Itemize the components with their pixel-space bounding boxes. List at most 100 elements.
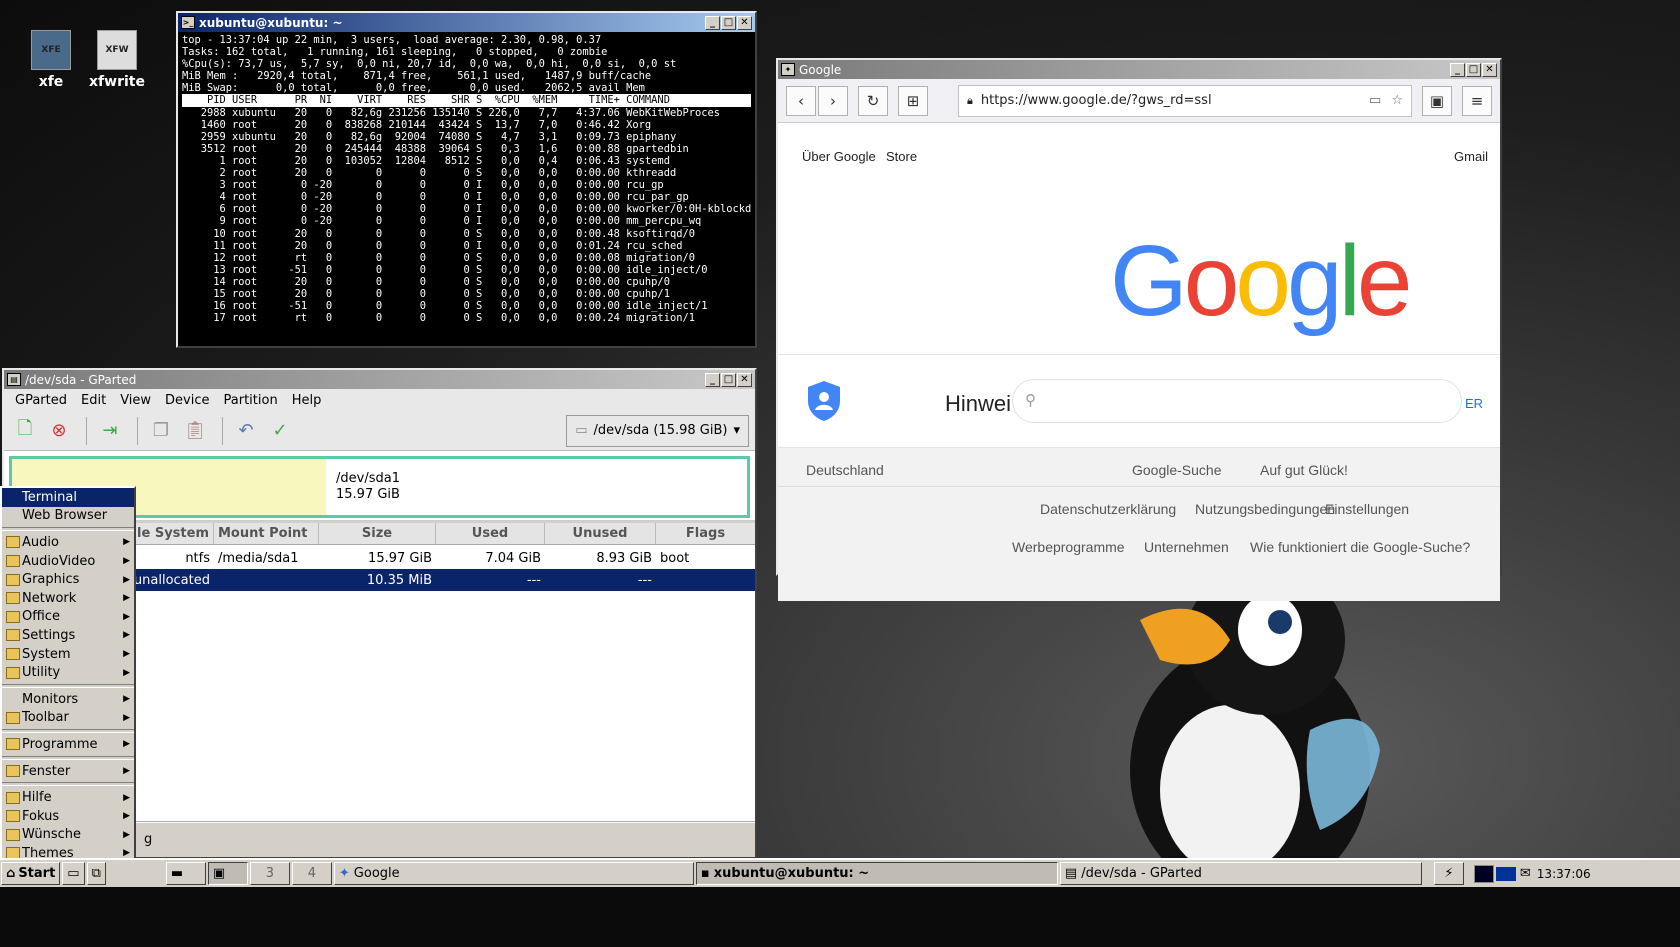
about-google-link[interactable]: Über Google (802, 149, 876, 164)
desktop-icon-xfe[interactable]: XFE xfe (16, 30, 86, 90)
forward-button[interactable]: › (818, 85, 848, 116)
menu-item-system[interactable]: System ▶ (2, 645, 134, 664)
menu-item-office[interactable]: Office ▶ (2, 608, 134, 627)
how-search-works-link[interactable]: Wie funktioniert die Google-Suche? (1250, 539, 1470, 555)
desktop-icon-xfwrite[interactable]: XFW xfwrite (82, 30, 152, 90)
menu-item-monitors[interactable]: Monitors ▶ (2, 690, 134, 709)
start-menu: Terminal Web Browser Audio ▶ AudioVideo ▶ Grap… (0, 486, 136, 892)
delete-partition-button[interactable]: ⊗ (44, 416, 74, 446)
cell-flags (656, 569, 755, 591)
privacy-link[interactable]: Datenschutzerklärung (1040, 501, 1176, 517)
terms-link[interactable]: Nutzungsbedingungen (1195, 501, 1335, 517)
menu-item-wünsche[interactable]: Wünsche ▶ (2, 826, 134, 845)
terminal-window[interactable]: >_ xubuntu@xubuntu: ~ _ □ ✕ top - 13:37:… (176, 11, 757, 348)
menu-help[interactable]: Help (285, 393, 329, 408)
window-title: Google (799, 62, 842, 77)
close-button[interactable]: ✕ (737, 15, 752, 30)
maximize-button[interactable]: □ (1466, 62, 1481, 77)
col-size[interactable]: Size (319, 523, 436, 544)
menu-view[interactable]: View (113, 393, 158, 408)
resize-move-button[interactable]: ⇥ (95, 416, 125, 446)
menu-item-hilfe[interactable]: Hilfe ▶ (2, 788, 134, 807)
submenu-arrow-icon: ▶ (123, 792, 130, 803)
col-unused[interactable]: Unused (545, 523, 656, 544)
desk-1-button[interactable]: ▬ (165, 862, 206, 885)
minimize-button[interactable]: _ (705, 15, 720, 30)
settings-link[interactable]: Einstellungen (1325, 501, 1409, 517)
window-list-button[interactable]: ⧉ (86, 862, 106, 885)
menu-item-utility[interactable]: Utility ▶ (2, 663, 134, 682)
minimize-button[interactable]: _ (705, 372, 720, 387)
browser-icon: ✦ (338, 866, 350, 881)
process-row: 12 root rt 0 0 0 0 S 0,0 0,0 0:00.08 mig… (182, 251, 695, 264)
advertising-link[interactable]: Werbeprogramme (1012, 539, 1125, 555)
maximize-button[interactable]: □ (721, 372, 736, 387)
new-partition-button[interactable]: 🗋 (10, 416, 40, 446)
business-link[interactable]: Unternehmen (1144, 539, 1229, 555)
maximize-button[interactable]: □ (721, 15, 736, 30)
bookmark-star-icon[interactable]: ☆ (1391, 93, 1403, 108)
menu-item-graphics[interactable]: Graphics ▶ (2, 570, 134, 589)
menu-item-settings[interactable]: Settings ▶ (2, 626, 134, 645)
store-link[interactable]: Store (886, 149, 917, 164)
col-used[interactable]: Used (436, 523, 545, 544)
menu-separator (2, 683, 134, 688)
privacy-shield-icon (808, 381, 840, 421)
col-mount-point[interactable]: Mount Point (214, 523, 319, 544)
reload-button[interactable]: ↻ (858, 85, 888, 116)
menu-item-audiovideo[interactable]: AudioVideo ▶ (2, 552, 134, 571)
menu-partition[interactable]: Partition (217, 393, 285, 408)
device-selector[interactable]: ▭ /dev/sda (15.98 GiB) ▾ (566, 414, 749, 447)
copy-button[interactable]: ❐ (146, 416, 176, 446)
menu-item-fenster[interactable]: Fenster ▶ (2, 762, 134, 781)
close-button[interactable]: ✕ (737, 372, 752, 387)
desk-3-button[interactable]: 3 (249, 862, 290, 885)
process-row: 11 root 20 0 0 0 0 I 0,0 0,0 0:01.24 rcu… (182, 239, 683, 252)
browser-titlebar[interactable]: ✦ Google _ □ ✕ (778, 60, 1500, 79)
menu-item-audio[interactable]: Audio ▶ (2, 533, 134, 552)
taskbar: ⌂ Start ▭ ⧉ ▬ ▣ 3 4 ✦ Google ▪ xubuntu@x… (0, 858, 1680, 887)
desktop-icon: ▭ (67, 866, 80, 881)
show-desktop-button[interactable]: ▭ (62, 862, 85, 885)
menu-item-terminal[interactable]: Terminal (2, 488, 134, 507)
terminal-output[interactable]: top - 13:37:04 up 22 min, 3 users, load … (178, 32, 755, 346)
undo-button[interactable]: ↶ (231, 416, 261, 446)
apply-button[interactable]: ✓ (265, 416, 295, 446)
bookmarks-button[interactable]: ▣ (1422, 85, 1452, 116)
gmail-link[interactable]: Gmail (1454, 149, 1488, 164)
menu-item-web-browser[interactable]: Web Browser (2, 507, 134, 526)
menu-edit[interactable]: Edit (74, 393, 113, 408)
task-terminal[interactable]: ▪ xubuntu@xubuntu: ~ (695, 862, 1058, 885)
network-tray-icon[interactable]: ⚡︎ (1433, 862, 1464, 885)
paste-button[interactable]: 📋︎ (180, 416, 210, 446)
minimize-button[interactable]: _ (1450, 62, 1465, 77)
toolbar-separator (137, 416, 138, 445)
back-button[interactable]: ‹ (786, 85, 816, 116)
menu-device[interactable]: Device (158, 393, 216, 408)
menu-item-toolbar[interactable]: Toolbar ▶ (2, 709, 134, 728)
menu-item-label: Settings (22, 627, 76, 643)
gparted-titlebar[interactable]: ▤ /dev/sda - GParted _ □ ✕ (4, 370, 755, 389)
start-button[interactable]: ⌂ Start (1, 862, 61, 885)
col-flags[interactable]: Flags (656, 523, 755, 544)
terminal-titlebar[interactable]: >_ xubuntu@xubuntu: ~ _ □ ✕ (178, 13, 755, 32)
language-link[interactable]: ER (1465, 396, 1483, 411)
google-search-button[interactable]: Google-Suche (1132, 462, 1222, 478)
menu-item-programme[interactable]: Programme ▶ (2, 735, 134, 754)
menu-button[interactable]: ≡ (1462, 85, 1492, 116)
lucky-button[interactable]: Auf gut Glück! (1260, 462, 1348, 478)
menu-item-fokus[interactable]: Fokus ▶ (2, 807, 134, 826)
task-gparted[interactable]: ▤ /dev/sda - GParted (1059, 862, 1422, 885)
browser-window[interactable]: ✦ Google _ □ ✕ ‹ › ↻ ⊞ 🔒︎ https://www.go… (776, 58, 1502, 601)
new-tab-button[interactable]: ⊞ (898, 85, 928, 116)
reader-mode-icon[interactable]: ▭ (1369, 93, 1381, 108)
desk-4-button[interactable]: 4 (291, 862, 332, 885)
search-input[interactable]: ⚲ (1012, 379, 1462, 423)
close-button[interactable]: ✕ (1482, 62, 1497, 77)
menu-gparted[interactable]: GParted (8, 393, 74, 408)
url-bar[interactable]: 🔒︎ https://www.google.de/?gws_rd=ssl ▭ ☆ (958, 84, 1412, 117)
menu-item-network[interactable]: Network ▶ (2, 589, 134, 608)
desk-2-button[interactable]: ▣ (207, 862, 248, 885)
undo-icon: ↶ (238, 420, 254, 441)
task-google[interactable]: ✦ Google (333, 862, 694, 885)
